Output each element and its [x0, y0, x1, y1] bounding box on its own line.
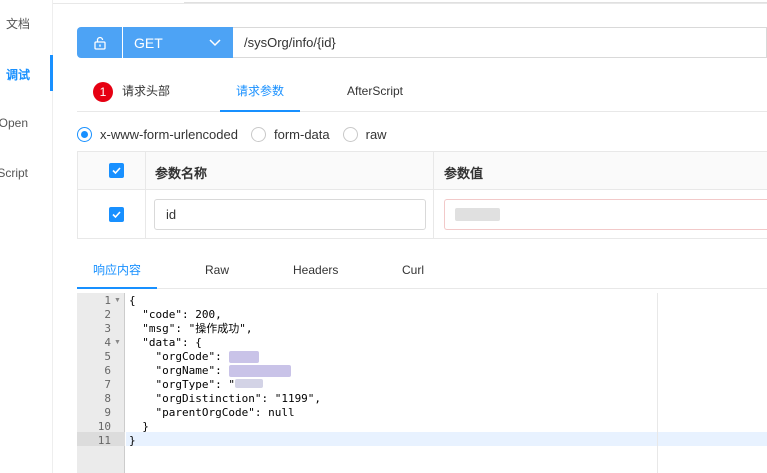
radio-label: raw — [365, 126, 387, 142]
redacted-value — [229, 365, 291, 377]
line-number: 11 — [97, 434, 111, 447]
radio-label: x-www-form-urlencoded — [100, 126, 238, 142]
sidebar-item-label: Open — [0, 116, 28, 130]
body-type-radios: x-www-form-urlencoded form-data raw — [77, 123, 400, 145]
code-line: { — [129, 294, 136, 307]
response-editor[interactable]: 1 ▼ 2 3 4 ▼ 5 6 7 8 9 10 11 { "code": 20… — [77, 293, 767, 473]
code-line: "orgCode": — [129, 350, 229, 363]
tab-request-params[interactable]: 请求参数 — [220, 72, 300, 112]
sidebar-item-label: Script — [0, 166, 28, 180]
redacted-value — [235, 379, 263, 388]
tab-label: 请求参数 — [235, 84, 284, 98]
tab-label: AfterScript — [347, 84, 404, 98]
tab-response-headers[interactable]: Headers — [293, 253, 338, 289]
line-number: 4 — [104, 336, 111, 349]
radio-raw[interactable]: raw — [342, 126, 387, 142]
select-all-checkbox[interactable] — [109, 163, 124, 178]
line-number: 7 — [104, 378, 111, 391]
tab-request-headers[interactable]: 1 请求头部 — [93, 72, 170, 112]
line-number: 1 — [104, 294, 111, 307]
sidebar: 文档 调试 Open Script — [0, 0, 53, 473]
tab-afterscript[interactable]: AfterScript — [347, 72, 403, 112]
line-number: 8 — [104, 392, 111, 405]
line-number: 5 — [104, 350, 111, 363]
line-number: 2 — [104, 308, 111, 321]
sidebar-item-script[interactable]: Script — [0, 166, 28, 180]
radio-selected-icon — [77, 126, 92, 142]
tab-response-content[interactable]: 响应内容 — [77, 253, 157, 289]
sidebar-item-label: 调试 — [5, 68, 30, 82]
radio-x-www-form-urlencoded[interactable]: x-www-form-urlencoded — [77, 126, 238, 142]
tab-label: Curl — [402, 263, 425, 277]
params-table: 参数名称 参数值 id — [77, 151, 767, 239]
method-select[interactable]: GET — [123, 27, 233, 58]
line-number: 6 — [104, 364, 111, 377]
code-line: "orgType": " — [129, 378, 235, 391]
code-line: "data": { — [129, 336, 202, 349]
chevron-down-icon — [209, 39, 221, 47]
sidebar-item-docs[interactable]: 文档 — [6, 15, 30, 32]
tab-response-curl[interactable]: Curl — [402, 253, 424, 289]
tab-label: Headers — [293, 263, 339, 277]
request-tabs: 1 请求头部 请求参数 AfterScript — [77, 72, 767, 112]
sidebar-item-label: 文档 — [5, 17, 30, 31]
sidebar-item-debug[interactable]: 调试 — [6, 66, 30, 83]
lock-button[interactable] — [77, 27, 122, 58]
url-value: /sysOrg/info/{id} — [244, 35, 336, 50]
tab-response-raw[interactable]: Raw — [205, 253, 229, 289]
column-header-name: 参数名称 — [155, 166, 208, 181]
param-name-input[interactable]: id — [154, 199, 426, 230]
check-icon — [112, 211, 121, 219]
redacted-value — [229, 351, 259, 363]
line-number: 10 — [97, 420, 111, 433]
sidebar-item-open[interactable]: Open — [0, 116, 28, 130]
param-name-value: id — [166, 207, 177, 222]
tab-label: Raw — [205, 263, 230, 277]
unlock-icon — [93, 36, 106, 50]
radio-unselected-icon — [250, 126, 266, 142]
check-icon — [112, 167, 121, 175]
active-line-highlight — [126, 432, 767, 446]
method-value: GET — [134, 34, 163, 51]
column-header-value: 参数值 — [444, 166, 484, 181]
row-checkbox[interactable] — [109, 207, 124, 222]
sidebar-active-indicator — [50, 55, 53, 91]
radio-unselected-icon — [342, 126, 358, 142]
tab-label: 请求头部 — [122, 84, 171, 98]
line-number: 9 — [104, 406, 111, 419]
code-line: "msg": "操作成功", — [129, 322, 253, 335]
radio-label: form-data — [273, 126, 330, 142]
headers-count-badge: 1 — [93, 81, 113, 102]
code-line: "code": 200, — [129, 308, 222, 321]
fold-toggle-icon[interactable]: ▼ — [114, 294, 121, 308]
redacted-value — [455, 208, 500, 221]
code-line: "parentOrgCode": null — [129, 406, 295, 419]
fold-toggle-icon[interactable]: ▼ — [114, 336, 121, 350]
tab-label: 响应内容 — [92, 263, 141, 277]
radio-form-data[interactable]: form-data — [250, 126, 330, 142]
url-input[interactable]: /sysOrg/info/{id} — [233, 27, 767, 58]
line-number: 3 — [104, 322, 111, 335]
code-line: "orgName": — [129, 364, 229, 377]
code-line: } — [129, 420, 149, 433]
code-line: } — [129, 434, 136, 447]
top-border — [53, 0, 767, 4]
code-line: "orgDistinction": "1199", — [129, 392, 322, 405]
response-tabs: 响应内容 Raw Headers Curl — [77, 253, 767, 289]
param-value-input[interactable] — [444, 199, 767, 230]
